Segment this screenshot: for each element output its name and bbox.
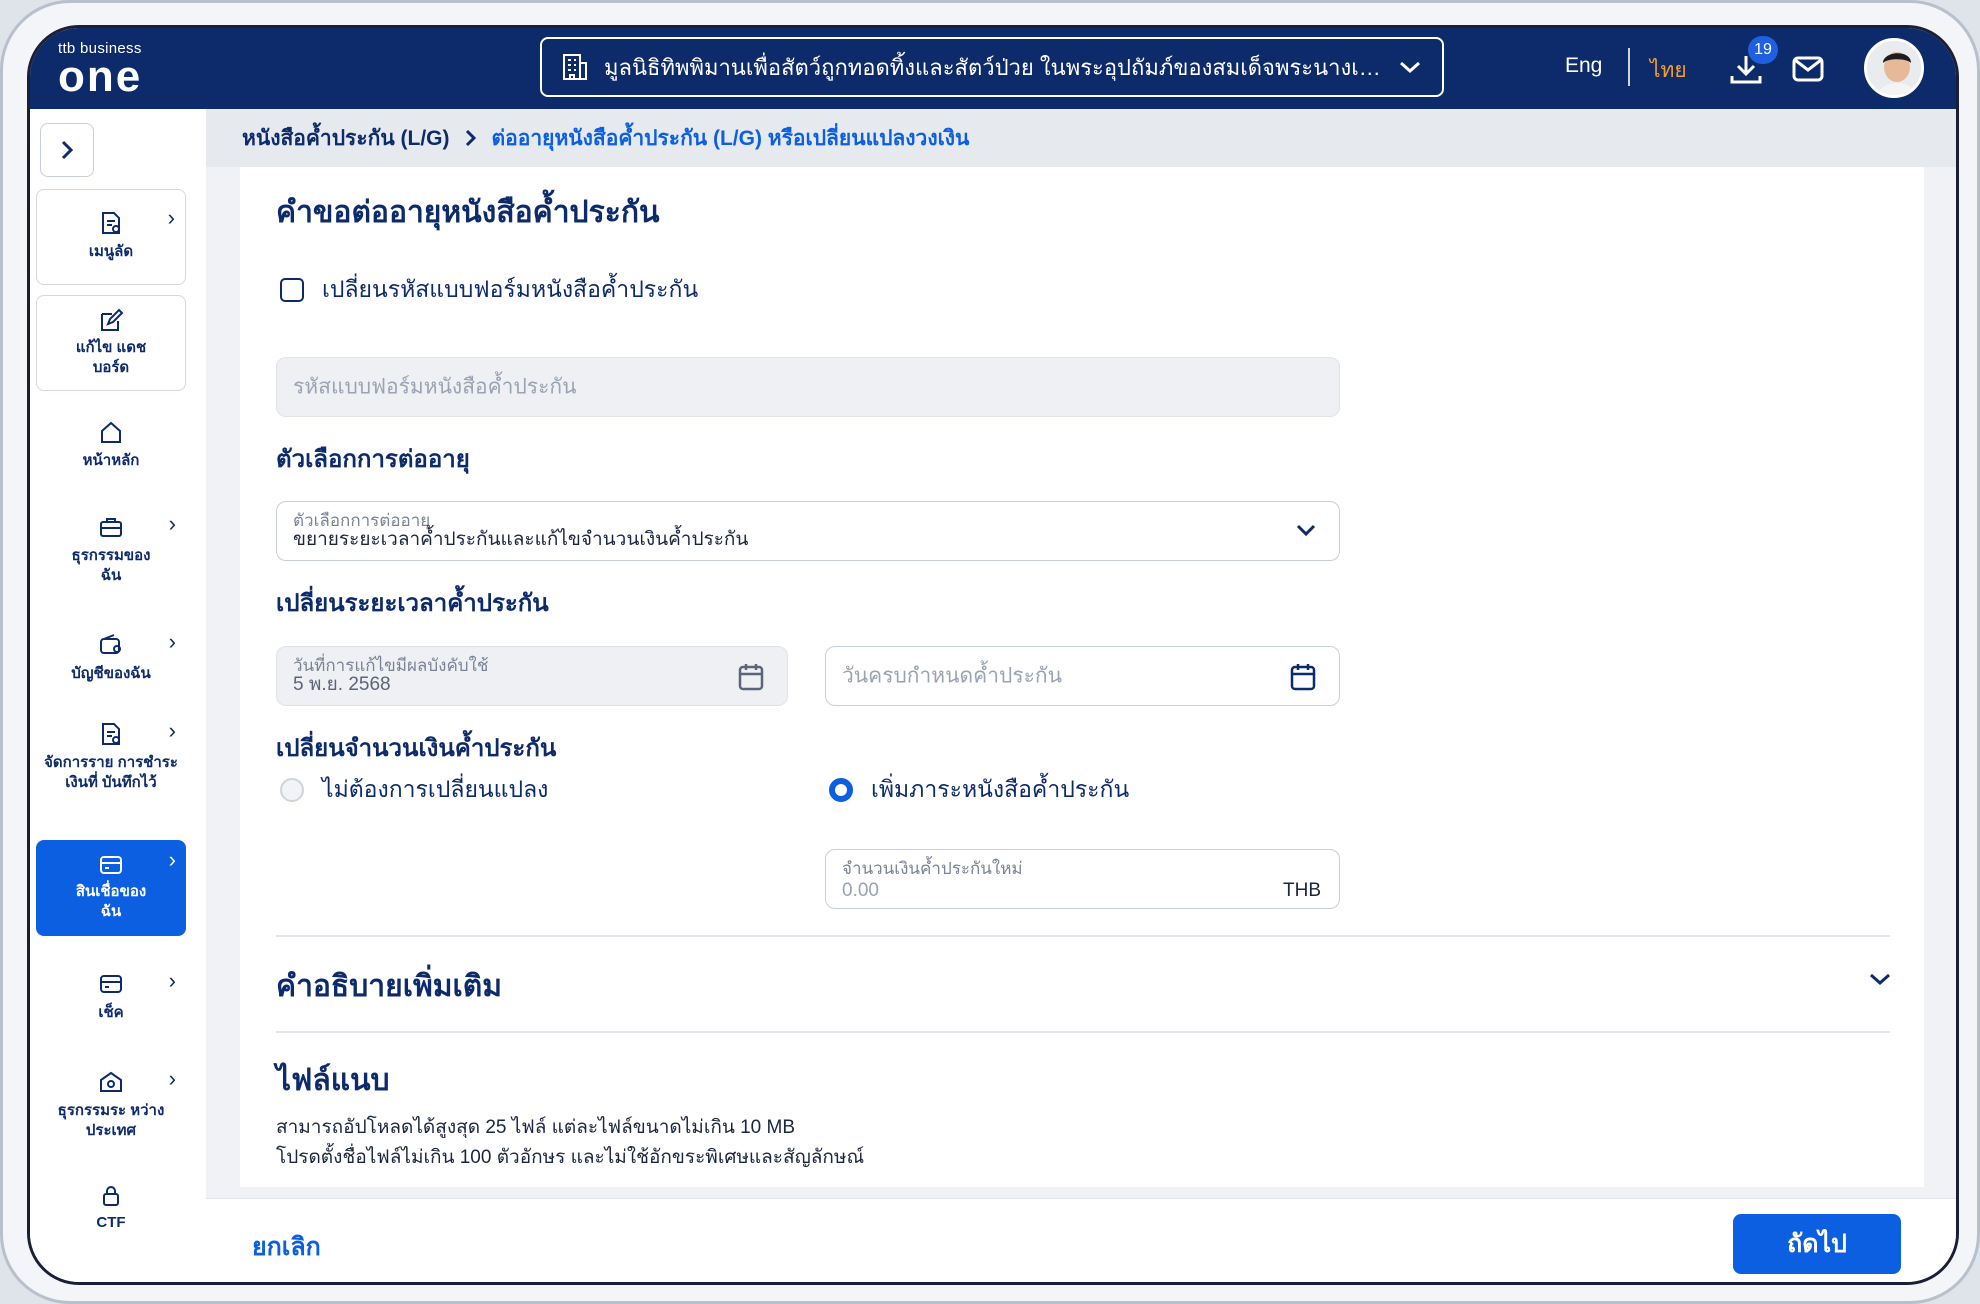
calendar-icon: [738, 664, 764, 691]
form-code-placeholder: รหัสแบบฟอร์มหนังสือค้ำประกัน: [293, 375, 577, 399]
sidebar-item-edit-dashboard[interactable]: แก้ไข แดชบอร์ด: [36, 295, 186, 391]
sidebar-item-ctf[interactable]: CTF: [36, 1185, 186, 1233]
radio-label: ไม่ต้องการเปลี่ยนแปลง: [322, 776, 549, 802]
edit-icon: [101, 308, 124, 331]
building-icon: [563, 54, 587, 80]
calendar-icon[interactable]: [1289, 662, 1317, 692]
bank-icon: [100, 1071, 122, 1092]
chevron-right-icon: ›: [168, 718, 176, 743]
chevron-down-icon: [1400, 61, 1420, 74]
chevron-right-icon: ›: [168, 1066, 176, 1091]
chevron-right-icon: [61, 140, 74, 160]
language-english[interactable]: Eng: [1565, 54, 1602, 78]
attachments-note-1: สามารถอัปโหลดได้สูงสุด 25 ไฟล์ แต่ละไฟล์…: [276, 1117, 796, 1138]
checkbox[interactable]: [280, 278, 304, 302]
briefcase-icon: [100, 518, 122, 537]
sidebar-item-my-accounts[interactable]: › บัญชีของฉัน: [36, 629, 186, 684]
sidebar-item-label: CTF: [96, 1214, 126, 1231]
due-date-input[interactable]: วันครบกำหนดค้ำประกัน: [825, 646, 1340, 706]
effective-date-input: วันที่การแก้ไขมีผลบังคับใช้ 5 พ.ย. 2568: [276, 646, 788, 706]
breadcrumb: หนังสือค้ำประกัน (L/G) ต่ออายุหนังสือค้ำ…: [206, 109, 1956, 167]
change-period-heading: เปลี่ยนระยะเวลาค้ำประกัน: [276, 590, 549, 617]
avatar-image: [1867, 41, 1921, 95]
sidebar-item-label: บัญชีของฉัน: [71, 665, 151, 682]
sidebar-item-label: ธุรกรรมของ ฉัน: [71, 547, 151, 584]
sidebar-item-label: จัดการราย การชำระเงินที่ บันทึกไว้: [44, 754, 178, 791]
form-code-input: รหัสแบบฟอร์มหนังสือค้ำประกัน: [276, 357, 1340, 417]
main-content: คำขอต่ออายุหนังสือค้ำประกัน เปลี่ยนรหัสแ…: [240, 167, 1924, 1187]
sidebar-item-international[interactable]: › ธุรกรรมระ หว่างประเทศ: [36, 1066, 186, 1141]
logo-big-text: one: [58, 52, 143, 101]
radio-no-change[interactable]: ไม่ต้องการเปลี่ยนแปลง: [280, 772, 548, 808]
chevron-right-icon: ›: [167, 205, 175, 230]
sidebar-expand-button[interactable]: [40, 123, 94, 177]
sidebar-item-my-loans[interactable]: › สินเชื่อของ ฉัน: [36, 840, 186, 936]
new-amount-value: 0.00: [842, 880, 879, 901]
chevron-right-icon: ›: [168, 629, 176, 654]
sidebar-item-cheque[interactable]: › เช็ค: [36, 968, 186, 1023]
lock-icon: [103, 1186, 119, 1206]
currency-label: THB: [1283, 880, 1321, 901]
footer-bar: ยกเลิก ถัดไป: [206, 1198, 1956, 1282]
sidebar-item-label: สินเชื่อของ ฉัน: [75, 883, 147, 920]
extra-details-heading[interactable]: คำอธิบายเพิ่มเติม: [276, 963, 502, 1010]
next-button[interactable]: ถัดไป: [1733, 1214, 1901, 1274]
sidebar-item-label: ธุรกรรมระ หว่างประเทศ: [57, 1102, 165, 1139]
cancel-button[interactable]: ยกเลิก: [252, 1227, 321, 1267]
new-amount-input[interactable]: จำนวนเงินค้ำประกันใหม่ 0.00 THB: [825, 849, 1340, 909]
attachments-note-2: โปรดตั้งชื่อไฟล์ไม่เกิน 100 ตัวอักษร และ…: [276, 1147, 865, 1168]
sidebar-item-saved-payments[interactable]: › จัดการราย การชำระเงินที่ บันทึกไว้: [36, 718, 186, 793]
breadcrumb-parent[interactable]: หนังสือค้ำประกัน (L/G): [242, 122, 450, 155]
radio-label: เพิ่มภาระหนังสือค้ำประกัน: [871, 776, 1130, 802]
section-divider: [276, 1031, 1890, 1033]
due-date-placeholder: วันครบกำหนดค้ำประกัน: [842, 664, 1062, 688]
organization-name: มูลนิธิทิพพิมานเพื่อสัตว์ถูกทอดทิ้งและสั…: [604, 54, 1382, 80]
attachments-heading: ไฟล์แนบ: [276, 1064, 390, 1097]
device-frame: ttb business one มูลนิธิทิพพิมานเพื่อสัต…: [0, 0, 1980, 1304]
chevron-right-icon: ›: [168, 968, 176, 993]
language-thai[interactable]: ไทย: [1650, 54, 1687, 87]
language-divider: [1628, 48, 1630, 86]
sidebar-item-label: หน้าหลัก: [82, 452, 140, 469]
mail-icon[interactable]: [1790, 50, 1826, 86]
sidebar-item-label: แก้ไข แดชบอร์ด: [75, 339, 147, 376]
breadcrumb-current: ต่ออายุหนังสือค้ำประกัน (L/G) หรือเปลี่ย…: [491, 126, 970, 150]
sidebar-item-shortcuts[interactable]: › เมนูลัด: [36, 189, 186, 285]
chevron-right-icon: [465, 129, 476, 147]
user-avatar[interactable]: [1864, 38, 1924, 98]
organization-selector[interactable]: มูลนิธิทิพพิมานเพื่อสัตว์ถูกทอดทิ้งและสั…: [540, 37, 1444, 97]
card-icon: [100, 975, 122, 993]
chevron-right-icon: ›: [168, 511, 176, 536]
chevron-right-icon: ›: [168, 847, 176, 872]
wallet-icon: [100, 634, 121, 654]
change-amount-heading: เปลี่ยนจำนวนเงินค้ำประกัน: [276, 735, 557, 762]
chevron-down-icon: [1296, 524, 1316, 537]
sidebar-item-label: เช็ค: [98, 1004, 124, 1021]
app-logo[interactable]: ttb business one: [58, 40, 142, 99]
chevron-down-icon[interactable]: [1868, 971, 1892, 987]
radio-increase-amount[interactable]: เพิ่มภาระหนังสือค้ำประกัน: [829, 772, 1129, 808]
renewal-option-heading: ตัวเลือกการต่ออายุ: [276, 446, 470, 473]
sidebar-item-my-transactions[interactable]: › ธุรกรรมของ ฉัน: [36, 511, 186, 586]
new-amount-label: จำนวนเงินค้ำประกันใหม่: [842, 859, 1023, 878]
download-count-badge: 19: [1748, 36, 1778, 64]
section-divider: [276, 935, 1890, 937]
sidebar: › เมนูลัด แก้ไข แดชบอร์ด หน้าหลัก › ธุรก…: [30, 109, 206, 1282]
document-icon: [102, 723, 120, 745]
renewal-option-select[interactable]: ตัวเลือกการต่ออายุ ขยายระยะเวลาค้ำประกัน…: [276, 501, 1340, 561]
app-screen: ttb business one มูลนิธิทิพพิมานเพื่อสัต…: [27, 25, 1959, 1285]
effective-date-value: 5 พ.ย. 2568: [293, 674, 391, 695]
checkbox-label: เปลี่ยนรหัสแบบฟอร์มหนังสือค้ำประกัน: [322, 276, 699, 302]
top-bar: ttb business one มูลนิธิทิพพิมานเพื่อสัต…: [30, 28, 1956, 109]
radio-button-selected[interactable]: [829, 778, 853, 802]
change-form-code-checkbox[interactable]: เปลี่ยนรหัสแบบฟอร์มหนังสือค้ำประกัน: [280, 272, 698, 308]
card-icon: [100, 856, 122, 874]
sidebar-item-label: เมนูลัด: [88, 243, 134, 260]
renewal-option-value: ขยายระยะเวลาค้ำประกันและแก้ไขจำนวนเงินค้…: [293, 529, 749, 550]
page-title: คำขอต่ออายุหนังสือค้ำประกัน: [276, 196, 660, 229]
home-icon: [101, 421, 121, 443]
radio-button[interactable]: [280, 778, 304, 802]
document-icon: [102, 212, 120, 234]
sidebar-item-home[interactable]: หน้าหลัก: [36, 419, 186, 471]
